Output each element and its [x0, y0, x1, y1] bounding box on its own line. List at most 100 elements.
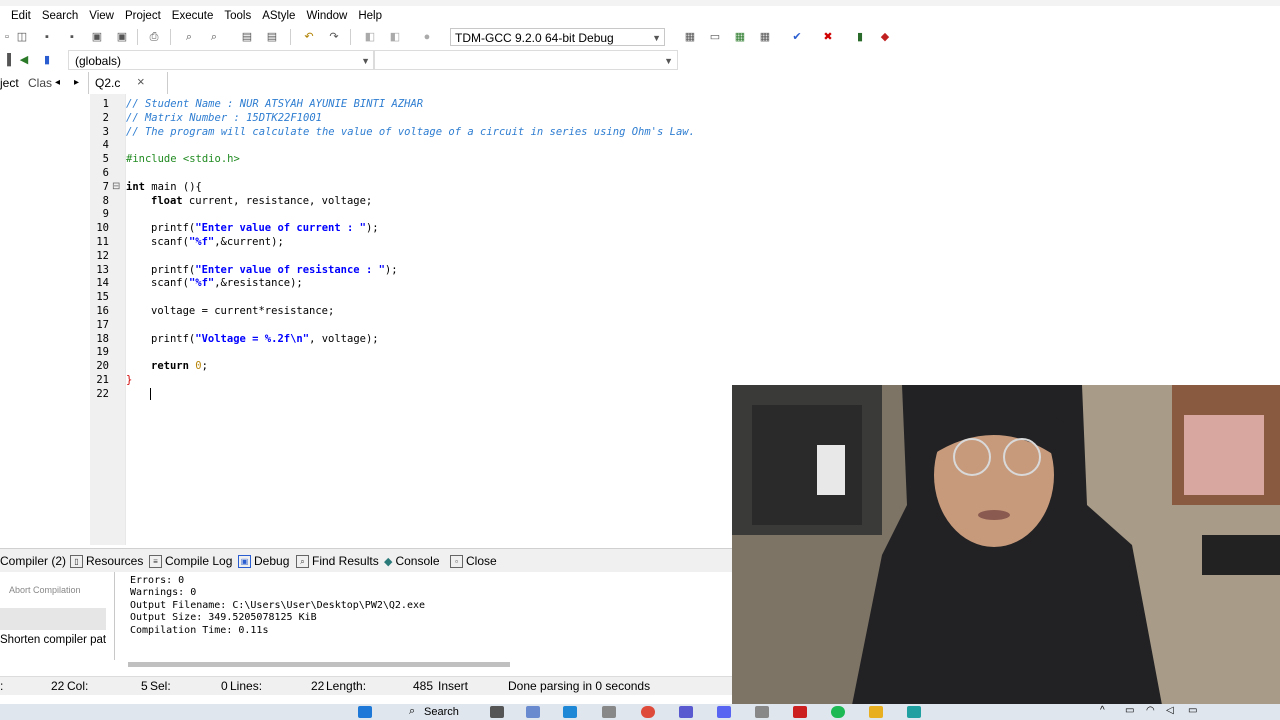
line-number: 4: [102, 139, 109, 151]
menu-tools[interactable]: Tools: [224, 10, 251, 22]
code-text: , voltage);: [309, 333, 379, 345]
tab-compile-log[interactable]: ≡ Compile Log: [149, 554, 232, 568]
goto-icon[interactable]: ▤: [240, 30, 254, 44]
menu-project[interactable]: Project: [125, 10, 161, 22]
menu-astyle[interactable]: AStyle: [262, 10, 295, 22]
horizontal-scrollbar[interactable]: [128, 662, 510, 667]
code-text: printf(: [151, 222, 196, 234]
tab-console[interactable]: ◆ Console: [384, 554, 440, 568]
shorten-path-box: [0, 608, 106, 630]
close-icon[interactable]: ×: [137, 74, 145, 89]
tab-find-results-label: Find Results: [312, 554, 379, 568]
abort-compilation-button[interactable]: Abort Compilation: [0, 578, 106, 602]
folder-icon[interactable]: [869, 706, 883, 718]
tab-project[interactable]: ject: [0, 76, 19, 90]
wifi-icon[interactable]: ◠: [1146, 705, 1155, 716]
delete-icon[interactable]: ✖: [821, 30, 835, 44]
line-number: 2: [102, 112, 109, 124]
book-icon[interactable]: ▮: [40, 53, 54, 67]
close-all-icon[interactable]: ▣: [115, 30, 129, 44]
menu-help[interactable]: Help: [358, 10, 382, 22]
menu-edit[interactable]: Edit: [11, 10, 31, 22]
battery-icon[interactable]: ▭: [1188, 705, 1197, 716]
class-browser-icon[interactable]: ▦: [733, 30, 747, 44]
save-icon[interactable]: ▪: [40, 30, 54, 44]
line-number: 12: [96, 250, 109, 262]
tab-next-icon[interactable]: ▸: [74, 77, 79, 88]
toolbar-divider: [137, 29, 138, 45]
replace-icon[interactable]: ⌕: [207, 30, 221, 44]
line-number: 21: [96, 374, 109, 386]
search-icon[interactable]: ⌕: [409, 705, 415, 718]
code-string: "Voltage = %.2f\n": [195, 333, 310, 345]
tab-classes[interactable]: Clas: [28, 76, 52, 90]
redo-icon[interactable]: ↷: [327, 30, 341, 44]
code-text: printf(: [151, 264, 196, 276]
check-icon[interactable]: ✔: [790, 30, 804, 44]
bottom-panel-tabs: Compiler (2) ▯ Resources ≡ Compile Log ▣ De…: [0, 548, 732, 573]
undo-icon[interactable]: ↶: [302, 30, 316, 44]
menu-execute[interactable]: Execute: [172, 10, 214, 22]
compiler-select[interactable]: TDM-GCC 9.2.0 64-bit Debug ▼: [450, 28, 665, 46]
print-icon[interactable]: ⎙: [147, 30, 161, 44]
indent-icon[interactable]: ▤: [265, 30, 279, 44]
profile-icon[interactable]: ◆: [878, 30, 892, 44]
code-line: printf("Enter value of current : ");: [151, 222, 379, 234]
discord-icon[interactable]: [717, 706, 731, 718]
status-line: 22: [51, 679, 65, 693]
log-line: Errors: 0: [130, 575, 185, 586]
run-icon[interactable]: ◧: [388, 30, 402, 44]
find-icon[interactable]: ⌕: [182, 30, 196, 44]
tray-icon[interactable]: ▭: [1125, 705, 1134, 716]
tab-close[interactable]: ▫ Close: [450, 554, 497, 568]
save-all-icon[interactable]: ▪: [65, 30, 79, 44]
volume-icon[interactable]: ◁: [1166, 705, 1174, 716]
layout-icon[interactable]: ▦: [758, 30, 772, 44]
project-panel: [0, 94, 91, 545]
chevron-down-icon: ▼: [361, 56, 370, 66]
task-view-icon[interactable]: [490, 706, 504, 718]
fold-collapse-icon[interactable]: ⊟: [112, 181, 120, 192]
taskbar-search-label[interactable]: Search: [424, 706, 459, 718]
tab-find-results[interactable]: ⌕ Find Results: [296, 554, 379, 568]
webcam-overlay: [732, 385, 1280, 705]
app-icon[interactable]: [907, 706, 921, 718]
open-file-icon[interactable]: ◫: [15, 30, 29, 44]
tab-q2-c[interactable]: Q2.c ×: [88, 72, 168, 94]
windows-start-icon[interactable]: [358, 706, 372, 718]
compile-icon[interactable]: ◧: [363, 30, 377, 44]
menu-search[interactable]: Search: [42, 10, 78, 22]
tab-prev-icon[interactable]: ◂: [55, 77, 60, 88]
dev-cpp-icon[interactable]: [793, 706, 807, 718]
chevron-up-icon[interactable]: ^: [1100, 705, 1105, 716]
menu-view[interactable]: View: [89, 10, 114, 22]
bookmark-icon[interactable]: ▐: [0, 53, 14, 67]
chrome-icon[interactable]: [641, 706, 655, 718]
edge-icon[interactable]: [563, 706, 577, 718]
new-project-icon[interactable]: ▦: [683, 30, 697, 44]
scope-select[interactable]: (globals) ▼: [68, 50, 374, 70]
shorten-compiler-path-checkbox[interactable]: Shorten compiler pat: [0, 634, 106, 646]
status-bar: : 22 Col: 5 Sel: 0 Lines: 22 Length: 485…: [0, 676, 732, 695]
file-explorer-icon[interactable]: [602, 706, 616, 718]
app-icon[interactable]: [755, 706, 769, 718]
teams-icon[interactable]: [679, 706, 693, 718]
tab-resources-label: Resources: [86, 554, 144, 568]
camera-icon[interactable]: [526, 706, 540, 718]
code-editor[interactable]: // Student Name : NUR ATSYAH AYUNIE BINT…: [126, 94, 732, 545]
members-select[interactable]: ▼: [374, 50, 678, 70]
open-project-icon[interactable]: ▭: [708, 30, 722, 44]
spotify-icon[interactable]: [831, 706, 845, 718]
stop-icon[interactable]: ●: [420, 30, 434, 44]
close-file-icon[interactable]: ▣: [90, 30, 104, 44]
tab-debug[interactable]: ▣ Debug: [238, 554, 289, 568]
tab-debug-label: Debug: [254, 554, 290, 568]
text-caret: [150, 388, 151, 400]
status-sel-label: Sel:: [150, 679, 171, 693]
back-icon[interactable]: ◀: [17, 53, 31, 67]
chart-icon[interactable]: ▮: [853, 30, 867, 44]
new-file-icon[interactable]: ▫: [0, 30, 14, 44]
tab-compiler[interactable]: Compiler (2): [0, 554, 66, 568]
menu-window[interactable]: Window: [306, 10, 347, 22]
tab-resources[interactable]: ▯ Resources: [70, 554, 143, 568]
